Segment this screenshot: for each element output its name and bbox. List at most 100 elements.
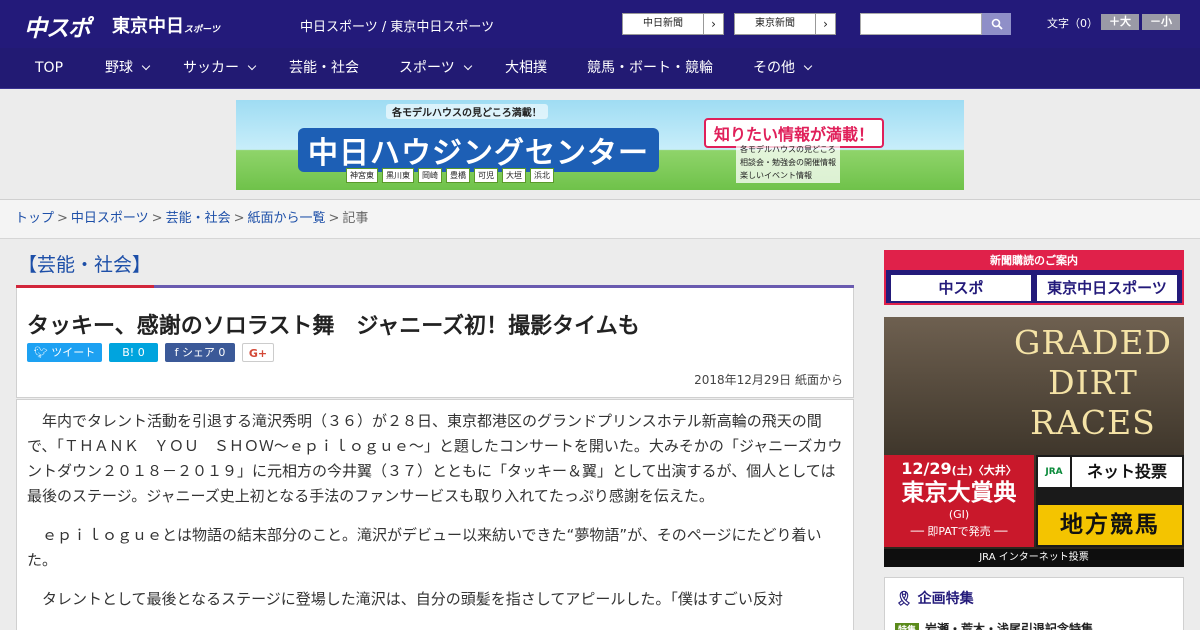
facebook-label: シェア 0 xyxy=(181,346,226,359)
chuspo-logo[interactable]: 中スポ xyxy=(24,9,91,43)
ad-race-name: 東京大賞典 xyxy=(901,479,1017,506)
banner-list-item: 各モデルハウスの見どころ xyxy=(740,145,836,154)
nav-item-soccer[interactable]: サッカー xyxy=(183,48,257,89)
ad-date: 12/29(土)〈大井〉 xyxy=(884,459,1034,478)
top-header: 中スポ 東京中日スポーツ 中日スポーツ / 東京中日スポーツ 中日新聞 › 東京… xyxy=(0,0,1200,48)
font-bigger-button[interactable]: ＋大 xyxy=(1101,14,1139,30)
ad-date-value: 12/29 xyxy=(901,459,952,478)
feature-box: 🎗︎ 企画特集 特集岩瀬・荒木・浅尾引退記念特集 xyxy=(884,577,1184,630)
site-names: 中日スポーツ / 東京中日スポーツ xyxy=(300,20,495,35)
banner-town: 大垣 xyxy=(502,168,526,183)
google-plus-button[interactable]: G+ xyxy=(242,343,274,362)
breadcrumb: トップ > 中日スポーツ > 芸能・社会 > 紙面から一覧 > 記事 xyxy=(0,200,1200,239)
chevron-right-icon: › xyxy=(703,14,723,34)
nav-item-sports[interactable]: スポーツ xyxy=(399,48,472,89)
ad-chiho-label: 地方競馬 xyxy=(1038,505,1182,545)
banner-title: 中日ハウジングセンター xyxy=(298,128,659,172)
nav-item-entertainment[interactable]: 芸能・社会 xyxy=(289,48,359,89)
housing-center-banner[interactable]: 各モデルハウスの見どころ満載！ 中日ハウジングセンター 神宮東 黒川東 岡崎 豊… xyxy=(236,100,964,190)
twitter-icon: 🐦︎ xyxy=(33,346,52,359)
nav-label: サッカー xyxy=(183,60,239,76)
article-body: 年内でタレント活動を引退する滝沢秀明（３６）が２８日、東京都港区のグランドプリン… xyxy=(16,399,854,630)
banner-towns: 神宮東 黒川東 岡崎 豊橋 可児 大垣 浜北 xyxy=(346,168,554,183)
banner-town: 浜北 xyxy=(530,168,554,183)
tokyo-chunichi-logo[interactable]: 東京中日スポーツ xyxy=(112,12,220,38)
article-paragraph: ｅｐｉｌｏｇｕｅとは物語の結末部分のこと。滝沢がデビュー以来紡いできた“夢物語”… xyxy=(27,526,822,569)
nav-item-sumo[interactable]: 大相撲 xyxy=(505,48,547,89)
chuspo-subscribe-logo[interactable]: 中スポ xyxy=(890,274,1032,302)
breadcrumb-entertainment[interactable]: 芸能・社会 xyxy=(166,211,231,226)
chevron-down-icon xyxy=(141,61,151,71)
banner-town: 黒川東 xyxy=(382,168,414,183)
ad-title-line: GRADED xyxy=(1013,323,1172,362)
ribbon-icon: 🎗︎ xyxy=(895,591,918,607)
banner-area: 各モデルハウスの見どころ満載！ 中日ハウジングセンター 神宮東 黒川東 岡崎 豊… xyxy=(0,90,1200,200)
banner-tag: 各モデルハウスの見どころ満載！ xyxy=(386,104,548,119)
tokyo-shimbun-link[interactable]: 東京新聞 › xyxy=(734,13,836,35)
facebook-icon: f xyxy=(174,346,182,359)
breadcrumb-top[interactable]: トップ xyxy=(15,211,54,226)
hatena-bookmark-button[interactable]: B! 0 xyxy=(109,343,158,362)
ad-footer: JRA インターネット投票 xyxy=(884,549,1184,567)
nav-label: 大相撲 xyxy=(505,60,547,76)
nav-label: スポーツ xyxy=(399,60,455,76)
tokyo-logo-sub: スポーツ xyxy=(184,25,220,35)
chevron-right-icon: › xyxy=(815,14,835,34)
breadcrumb-separator: > xyxy=(328,211,340,226)
breadcrumb-chuspo[interactable]: 中日スポーツ xyxy=(71,211,149,226)
subscription-title: 新聞購読のご案内 xyxy=(886,252,1182,270)
chevron-down-icon xyxy=(247,61,257,71)
ad-race-grade: (GI) xyxy=(948,508,970,521)
banner-list: 各モデルハウスの見どころ 相談会・勉強会の開催情報 楽しいイベント情報 xyxy=(736,142,840,183)
ad-title: GRADED DIRT RACES xyxy=(1014,323,1172,443)
chevron-down-icon xyxy=(463,61,472,71)
feature-item[interactable]: 特集岩瀬・荒木・浅尾引退記念特集 xyxy=(895,620,1093,630)
feature-item-text: 岩瀬・荒木・浅尾引退記念特集 xyxy=(925,622,1094,630)
nav-item-racing[interactable]: 競馬・ボート・競輪 xyxy=(587,48,713,89)
jra-logo: JRA xyxy=(1038,457,1070,487)
article-paragraph: タレントとして最後となるステージに登場した滝沢は、自分の頭髪を指さしてアピールし… xyxy=(42,590,783,608)
article-title: タッキー、感謝のソロラスト舞 ジャニーズ初！撮影タイムも xyxy=(27,314,640,339)
ad-net-vote: JRA ネット投票 地方競馬 xyxy=(1036,455,1184,547)
nav-label: 競馬・ボート・競輪 xyxy=(587,60,713,76)
facebook-share-button[interactable]: f シェア 0 xyxy=(165,343,235,362)
feature-badge: 特集 xyxy=(895,623,920,630)
feature-title-text: 企画特集 xyxy=(917,591,974,607)
subscription-box[interactable]: 新聞購読のご案内 中スポ 東京中日スポーツ xyxy=(884,250,1184,305)
banner-list-item: 相談会・勉強会の開催情報 xyxy=(740,158,836,167)
tokyo-daishoten-ad[interactable]: GRADED DIRT RACES 12/29(土)〈大井〉 東京大賞典 (GI… xyxy=(884,317,1184,567)
nav-label: 野球 xyxy=(105,60,133,76)
breadcrumb-current: 記事 xyxy=(342,211,369,226)
main-nav: TOP 野球 サッカー 芸能・社会 スポーツ 大相撲 競馬・ボート・競輪 その他 xyxy=(0,48,1200,89)
tokyo-logo-text: 東京中日 xyxy=(112,16,184,37)
banner-list-item: 楽しいイベント情報 xyxy=(740,171,812,180)
search-button[interactable] xyxy=(982,13,1011,35)
breadcrumb-separator: > xyxy=(57,211,68,226)
search-icon xyxy=(991,18,1003,30)
article-date: 2018年12月29日 紙面から xyxy=(694,373,843,387)
nav-item-other[interactable]: その他 xyxy=(753,48,813,89)
nav-item-baseball[interactable]: 野球 xyxy=(105,48,151,89)
ad-race-info: 12/29(土)〈大井〉 東京大賞典 (GI) ── 即PATで発売 ── xyxy=(884,455,1034,547)
tokyo-subscribe-logo[interactable]: 東京中日スポーツ xyxy=(1036,274,1178,302)
ad-date-sub: (土)〈大井〉 xyxy=(951,464,1017,477)
ad-title-line: DIRT xyxy=(1048,363,1138,402)
nav-label: 芸能・社会 xyxy=(289,60,359,76)
article-category[interactable]: 【芸能・社会】 xyxy=(18,250,151,277)
article-header: タッキー、感謝のソロラスト舞 ジャニーズ初！撮影タイムも 🐦︎ ツイート B! … xyxy=(16,288,854,398)
banner-town: 岡崎 xyxy=(418,168,442,183)
ad-title-line: RACES xyxy=(1030,403,1156,442)
ext-link-label: 中日新聞 xyxy=(643,18,683,29)
article-paragraph: 年内でタレント活動を引退する滝沢秀明（３６）が２８日、東京都港区のグランドプリン… xyxy=(27,412,843,505)
breadcrumb-paper-list[interactable]: 紙面から一覧 xyxy=(248,211,326,226)
tweet-label: ツイート xyxy=(51,346,96,359)
chevron-down-icon xyxy=(803,61,813,71)
banner-town: 神宮東 xyxy=(346,168,378,183)
font-smaller-button[interactable]: －小 xyxy=(1142,14,1180,30)
search-input[interactable] xyxy=(860,13,982,35)
chunichi-shimbun-link[interactable]: 中日新聞 › xyxy=(622,13,724,35)
font-size-label: 文字（0） xyxy=(1047,17,1098,30)
breadcrumb-separator: > xyxy=(151,211,163,226)
tweet-button[interactable]: 🐦︎ ツイート xyxy=(27,343,102,362)
nav-item-top[interactable]: TOP xyxy=(35,48,63,89)
